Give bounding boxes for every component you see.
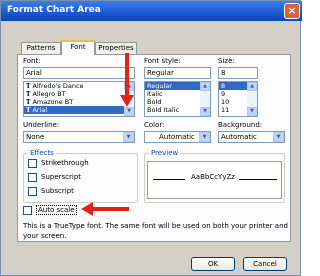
truetype-icon: T	[26, 91, 31, 98]
chevron-down-icon[interactable]: ▼	[123, 132, 134, 142]
chevron-down-icon[interactable]: ▼	[273, 132, 284, 142]
scroll-up-icon[interactable]: ▲	[200, 82, 210, 91]
scroll-down-icon[interactable]: ▼	[200, 107, 210, 116]
underline-value: None	[26, 133, 45, 141]
annotation-arrow-down-icon	[120, 95, 134, 107]
font-style-scrollbar[interactable]: ▲ ▼	[200, 82, 210, 116]
tab-patterns[interactable]: Patterns	[21, 42, 61, 54]
ok-button[interactable]: OK	[191, 257, 235, 271]
background-value: Automatic	[221, 133, 257, 141]
close-button[interactable]: ×	[284, 3, 300, 19]
font-style-list[interactable]: Regular Italic Bold Bold Italic ▲ ▼	[144, 81, 211, 117]
font-style-label: Font style:	[144, 57, 181, 65]
scroll-down-icon[interactable]: ▼	[124, 107, 134, 116]
tab-properties-label: Properties	[98, 44, 134, 52]
superscript-label: Superscript	[41, 173, 82, 181]
auto-scale-checkbox[interactable]	[23, 206, 32, 215]
truetype-icon: T	[26, 83, 31, 90]
font-label: Font:	[23, 57, 41, 65]
auto-scale-label: Auto scale	[36, 205, 77, 215]
tab-font[interactable]: Font	[61, 40, 95, 55]
truetype-info-text: This is a TrueType font. The same font w…	[23, 222, 288, 240]
underline-label: Underline:	[23, 121, 60, 129]
list-item[interactable]: T Amazone BT	[24, 98, 134, 106]
preview-sample-text: AaBbCcYyZz	[191, 173, 235, 181]
background-label: Background:	[218, 121, 263, 129]
scroll-up-icon[interactable]: ▲	[247, 82, 257, 91]
size-label: Size:	[218, 57, 235, 65]
chevron-down-icon[interactable]: ▼	[199, 132, 210, 142]
font-input[interactable]: Arial	[23, 67, 135, 79]
list-item[interactable]: T Alfredo's Dance	[24, 82, 134, 90]
color-label: Color:	[144, 121, 165, 129]
effects-title: Effects	[28, 149, 56, 157]
strikethrough-label: Strikethrough	[41, 159, 89, 167]
strikethrough-checkbox[interactable]	[28, 159, 37, 168]
scroll-down-icon[interactable]: ▼	[247, 107, 257, 116]
tab-font-label: Font	[70, 43, 86, 51]
superscript-checkbox[interactable]	[28, 173, 37, 182]
truetype-icon: T	[26, 107, 31, 114]
tab-properties[interactable]: Properties	[95, 42, 137, 54]
dialog-window: Format Chart Area × Patterns Font Proper…	[0, 0, 302, 276]
annotation-arrow-left-icon	[81, 202, 93, 216]
font-list[interactable]: T Alfredo's Dance T Allegro BT T Amazone BT…	[23, 81, 135, 117]
underline-dropdown[interactable]: None ▼	[23, 131, 135, 143]
preview-baseline-right	[239, 179, 277, 180]
preview-baseline-left	[153, 179, 185, 180]
subscript-checkbox[interactable]	[28, 187, 37, 196]
background-dropdown[interactable]: Automatic ▼	[218, 131, 285, 143]
window-title: Format Chart Area	[7, 5, 101, 15]
font-style-input[interactable]: Regular	[144, 67, 211, 79]
cancel-button[interactable]: Cancel	[243, 257, 287, 271]
title-bar[interactable]: Format Chart Area ×	[1, 1, 302, 21]
size-list-scrollbar[interactable]: ▲ ▼	[247, 82, 257, 116]
tab-patterns-label: Patterns	[26, 44, 56, 52]
annotation-arrow-left-shaft	[91, 207, 129, 211]
size-list[interactable]: 8 9 10 11 ▲ ▼	[218, 81, 258, 117]
size-input[interactable]: 8	[218, 67, 258, 79]
truetype-icon: T	[26, 99, 31, 106]
list-item-selected[interactable]: T Arial	[24, 106, 134, 114]
auto-scale-text: Auto scale	[36, 205, 77, 215]
color-dropdown[interactable]: Automatic ▼	[144, 131, 211, 143]
list-item[interactable]: T Allegro BT	[24, 90, 134, 98]
subscript-label: Subscript	[41, 187, 74, 195]
preview-title: Preview	[149, 149, 181, 157]
annotation-arrow-down-shaft	[125, 53, 129, 97]
color-value: Automatic	[159, 133, 195, 141]
